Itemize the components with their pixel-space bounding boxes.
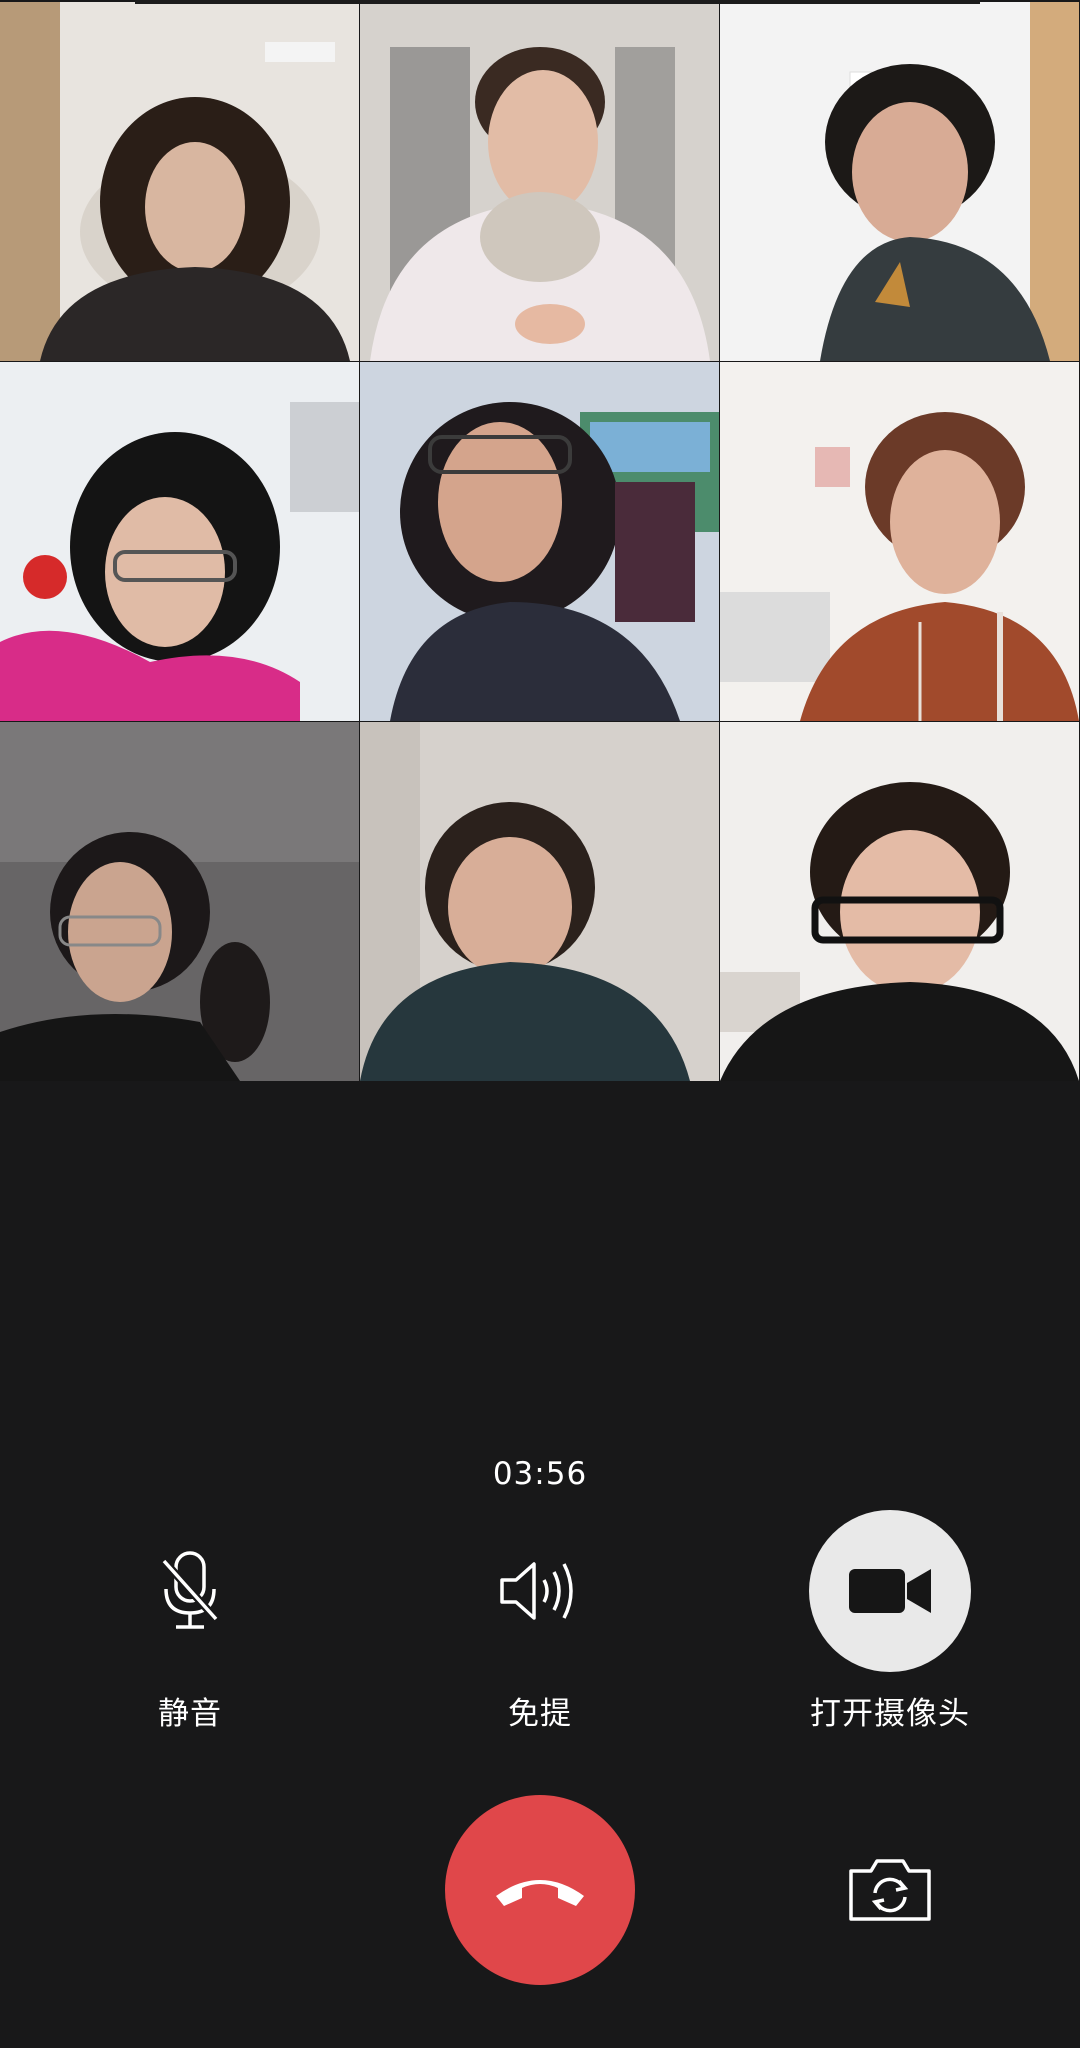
call-duration: 03:56 <box>492 1456 588 1492</box>
camera-switch-icon <box>849 1859 931 1921</box>
mute-button[interactable]: 静音 <box>40 1510 340 1733</box>
participant-video-grid <box>0 0 1080 1083</box>
speaker-label: 免提 <box>508 1696 572 1732</box>
participant-video-tile[interactable] <box>720 722 1079 1081</box>
phone-hangup-icon <box>496 1880 584 1906</box>
camera-label: 打开摄像头 <box>810 1696 970 1732</box>
participant-video-tile[interactable] <box>0 362 359 721</box>
participant-video-tile[interactable] <box>720 2 1079 361</box>
end-call-button[interactable] <box>445 1795 635 1985</box>
turn-on-camera-button[interactable]: 打开摄像头 <box>740 1510 1040 1733</box>
video-camera-icon <box>809 1510 971 1672</box>
participant-video-tile[interactable] <box>720 362 1079 721</box>
switch-camera-button[interactable] <box>840 1845 940 1935</box>
mute-label: 静音 <box>158 1696 222 1732</box>
video-call-screen: 03:56 静音 免提 打开摄像头 <box>0 0 1080 2048</box>
participant-video-tile[interactable] <box>360 2 719 361</box>
microphone-off-icon <box>109 1510 271 1672</box>
participant-video-tile[interactable] <box>360 362 719 721</box>
speaker-button[interactable]: 免提 <box>390 1510 690 1733</box>
participant-video-tile[interactable] <box>0 2 359 361</box>
participant-video-tile[interactable] <box>0 722 359 1081</box>
status-strip <box>135 0 980 4</box>
speaker-icon <box>459 1510 621 1672</box>
participant-video-tile[interactable] <box>360 722 719 1081</box>
